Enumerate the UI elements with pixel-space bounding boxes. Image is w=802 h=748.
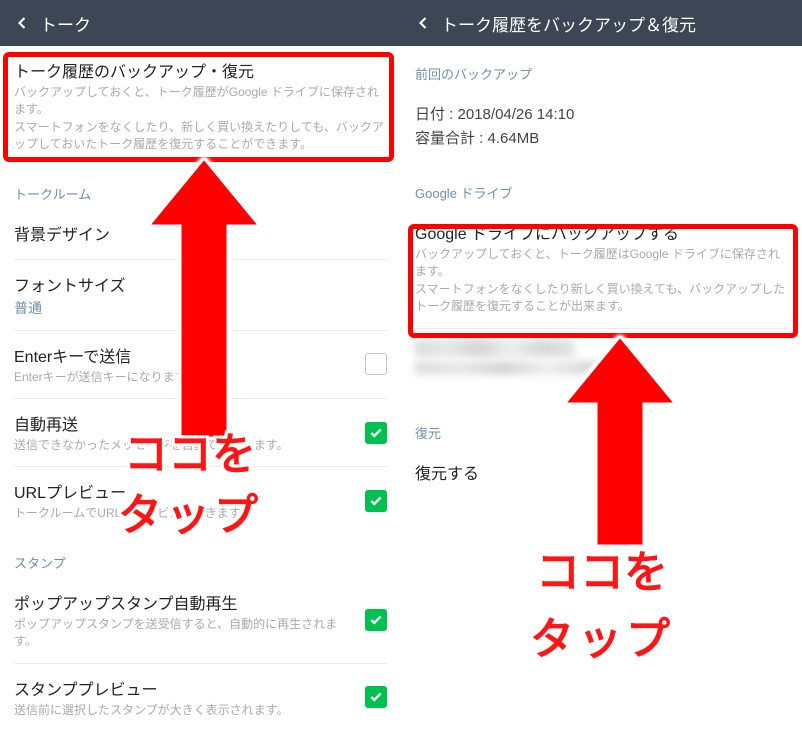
restore-item[interactable]: 復元する [401, 448, 802, 498]
blurred-account-item[interactable] [401, 329, 802, 385]
header-title: トーク履歴をバックアップ＆復元 [441, 11, 696, 36]
backup-size-line: 容量合計 : 4.64MB [415, 127, 788, 151]
checkbox-checked-icon [365, 422, 387, 444]
section-talkroom: トークルーム [0, 166, 401, 209]
backup-drive-desc: バックアップしておくと、トーク履歴はGoogle ドライブに保存されます。 スマ… [415, 246, 788, 316]
header-right: トーク履歴をバックアップ＆復元 [401, 0, 802, 46]
blurred-text [415, 339, 575, 357]
url-title: URLプレビュー [14, 479, 351, 503]
backup-date-line: 日付 : 2018/04/26 14:10 [415, 103, 788, 127]
content-right: 前回のバックアップ 日付 : 2018/04/26 14:10 容量合計 : 4… [401, 46, 802, 748]
header-left: トーク [0, 0, 401, 46]
background-title: 背景デザイン [14, 221, 387, 245]
font-value: 普通 [14, 298, 387, 318]
auto-resend-item[interactable]: 自動再送 送信できなかったメッセージを自動で再送します。 [0, 399, 401, 466]
date-label: 日付 [415, 106, 445, 123]
stamp-preview-title: スタンププレビュー [14, 676, 351, 700]
stamp-preview-item[interactable]: スタンププレビュー 送信前に選択したスタンプが大きく表示されます。 [0, 664, 401, 731]
enter-checkbox[interactable] [365, 353, 387, 375]
font-title: フォントサイズ [14, 272, 387, 296]
backup-restore-item[interactable]: トーク履歴のバックアップ・復元 バックアップしておくと、トーク履歴がGoogle… [0, 46, 401, 166]
blurred-text [415, 361, 635, 375]
size-label: 容量合計 [415, 130, 475, 147]
back-button[interactable] [409, 9, 437, 37]
popup-desc: ポップアップスタンプを送受信すると、自動的に再生されます。 [14, 616, 351, 651]
popup-title: ポップアップスタンプ自動再生 [14, 590, 351, 614]
stamp-preview-checkbox[interactable] [365, 686, 387, 708]
restore-title: 復元する [415, 460, 788, 484]
backup-title: トーク履歴のバックアップ・復元 [14, 58, 387, 82]
autoresend-title: 自動再送 [14, 411, 351, 435]
screen-left: トーク トーク履歴のバックアップ・復元 バックアップしておくと、トーク履歴がGo… [0, 0, 401, 748]
autoresend-desc: 送信できなかったメッセージを自動で再送します。 [14, 437, 351, 454]
backup-to-drive-item[interactable]: Google ドライブにバックアップする バックアップしておくと、トーク履歴はG… [401, 208, 802, 328]
enter-title: Enterキーで送信 [14, 343, 351, 367]
last-backup-info: 日付 : 2018/04/26 14:10 容量合計 : 4.64MB [401, 89, 802, 165]
section-restore: 復元 [401, 405, 802, 448]
background-design-item[interactable]: 背景デザイン [0, 209, 401, 259]
content-left: トーク履歴のバックアップ・復元 バックアップしておくと、トーク履歴がGoogle… [0, 46, 401, 748]
url-preview-item[interactable]: URLプレビュー トークルームでURLのプレビューできます。 [0, 467, 401, 534]
date-value: 2018/04/26 14:10 [458, 106, 575, 123]
stamp-preview-desc: 送信前に選択したスタンプが大きく表示されます。 [14, 702, 351, 719]
font-size-item[interactable]: フォントサイズ 普通 [0, 260, 401, 330]
screen-right: トーク履歴をバックアップ＆復元 前回のバックアップ 日付 : 2018/04/2… [401, 0, 802, 748]
section-stamp: スタンプ [0, 535, 401, 578]
header-title: トーク [40, 11, 91, 36]
url-checkbox[interactable] [365, 490, 387, 512]
autoresend-checkbox[interactable] [365, 422, 387, 444]
popup-stamp-item[interactable]: ポップアップスタンプ自動再生 ポップアップスタンプを送受信すると、自動的に再生さ… [0, 578, 401, 663]
checkbox-checked-icon [365, 609, 387, 631]
size-value: 4.64MB [488, 130, 540, 147]
checkbox-checked-icon [365, 686, 387, 708]
backup-drive-title: Google ドライブにバックアップする [415, 220, 788, 244]
backup-desc: バックアップしておくと、トーク履歴がGoogle ドライブに保存されます。 スマ… [14, 84, 387, 154]
url-desc: トークルームでURLのプレビューできます。 [14, 505, 351, 522]
enter-key-item[interactable]: Enterキーで送信 Enterキーが送信キーになります。 [0, 331, 401, 398]
section-last-backup: 前回のバックアップ [401, 46, 802, 89]
section-google-drive: Google ドライブ [401, 165, 802, 208]
checkbox-checked-icon [365, 490, 387, 512]
enter-desc: Enterキーが送信キーになります。 [14, 369, 351, 386]
checkbox-unchecked-icon [365, 353, 387, 375]
back-button[interactable] [8, 9, 36, 37]
popup-checkbox[interactable] [365, 609, 387, 631]
